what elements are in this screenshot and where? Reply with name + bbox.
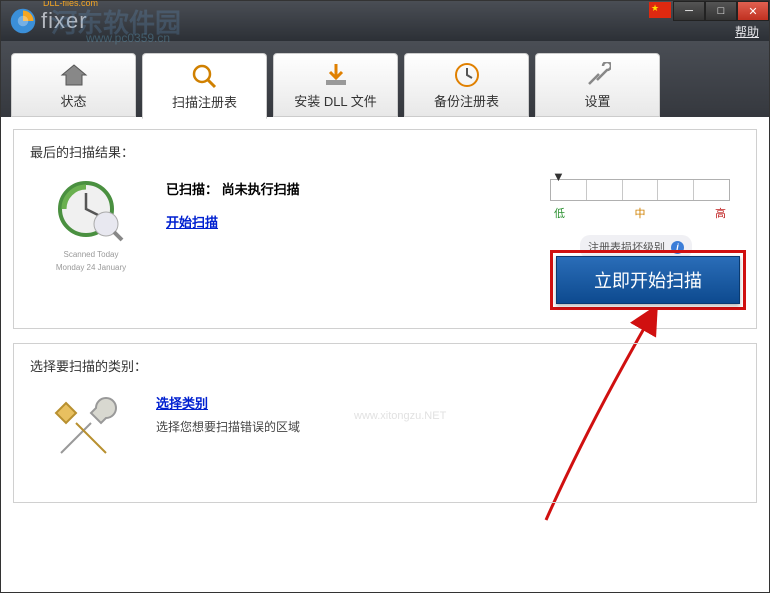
gauge-marker-icon: ▼ <box>552 169 565 184</box>
minimize-button[interactable]: ─ <box>673 1 705 21</box>
help-link[interactable]: 帮助 <box>735 23 759 40</box>
clock-icon <box>452 61 482 89</box>
tab-label: 备份注册表 <box>434 91 499 110</box>
home-icon <box>59 61 89 89</box>
magnifier-icon <box>190 62 220 90</box>
tab-label: 设置 <box>584 91 610 110</box>
panel-title: 最后的扫描结果： <box>30 142 740 161</box>
gauge-labels: 低 中 高 <box>550 205 730 221</box>
content-area: 最后的扫描结果： Scanned Today Monday 24 January <box>1 117 769 590</box>
tools-icon <box>583 61 613 89</box>
scanned-value: 尚未执行扫描 <box>222 182 300 197</box>
start-scan-link[interactable]: 开始扫描 <box>166 215 218 230</box>
panel-title: 选择要扫描的类别： <box>30 356 740 375</box>
damage-gauge: ▼ 低 中 高 注册表损坏级别 i <box>550 179 730 259</box>
download-icon <box>321 61 351 89</box>
tabs-bar: 状态 扫描注册表 安装 DLL 文件 备份注册表 设置 <box>1 41 769 117</box>
gauge-high: 高 <box>715 205 726 221</box>
tab-install-dll[interactable]: 安装 DLL 文件 <box>273 53 398 117</box>
gauge-low: 低 <box>554 205 565 221</box>
tab-label: 扫描注册表 <box>172 92 237 111</box>
category-panel: 选择要扫描的类别： 选择类别 选择您想要扫描错误的区域 <box>13 343 757 503</box>
scan-results-panel: 最后的扫描结果： Scanned Today Monday 24 January <box>13 129 757 329</box>
cta-highlight-box: 立即开始扫描 <box>550 250 746 310</box>
gauge-scale <box>550 179 730 201</box>
select-category-link[interactable]: 选择类别 <box>156 396 208 411</box>
maximize-button[interactable]: □ <box>705 1 737 21</box>
category-info: 选择类别 选择您想要扫描错误的区域 <box>156 393 300 471</box>
history-clock-icon <box>56 179 126 244</box>
tab-label: 安装 DLL 文件 <box>294 91 377 110</box>
tab-status[interactable]: 状态 <box>11 53 136 117</box>
start-scan-now-button[interactable]: 立即开始扫描 <box>556 256 740 304</box>
tab-label: 状态 <box>60 91 86 110</box>
language-flag-icon[interactable] <box>649 2 671 18</box>
titlebar: DLL-files.com fixer ─ □ ✕ 帮助 <box>1 1 769 41</box>
tab-settings[interactable]: 设置 <box>535 53 660 117</box>
icon-caption-1: Scanned Today <box>46 251 136 260</box>
tab-backup-registry[interactable]: 备份注册表 <box>404 53 529 117</box>
close-button[interactable]: ✕ <box>737 1 769 21</box>
icon-caption-2: Monday 24 January <box>46 264 136 273</box>
tools-large-icon <box>46 393 126 471</box>
scan-info-text: 已扫描： 尚未执行扫描 开始扫描 <box>166 179 300 273</box>
logo-text: fixer <box>41 8 98 34</box>
app-window: DLL-files.com fixer ─ □ ✕ 帮助 河东软件园 www.p… <box>0 0 770 593</box>
logo-subtitle: DLL-files.com <box>43 0 98 8</box>
tab-scan-registry[interactable]: 扫描注册表 <box>142 53 267 119</box>
window-controls: ─ □ ✕ <box>649 1 769 21</box>
category-desc: 选择您想要扫描错误的区域 <box>156 418 300 435</box>
logo-area: DLL-files.com fixer <box>9 7 98 35</box>
gauge-mid: 中 <box>635 205 646 221</box>
scanned-label: 已扫描： <box>166 182 218 197</box>
scan-status-icon-area: Scanned Today Monday 24 January <box>46 179 136 273</box>
logo-icon <box>9 7 37 35</box>
